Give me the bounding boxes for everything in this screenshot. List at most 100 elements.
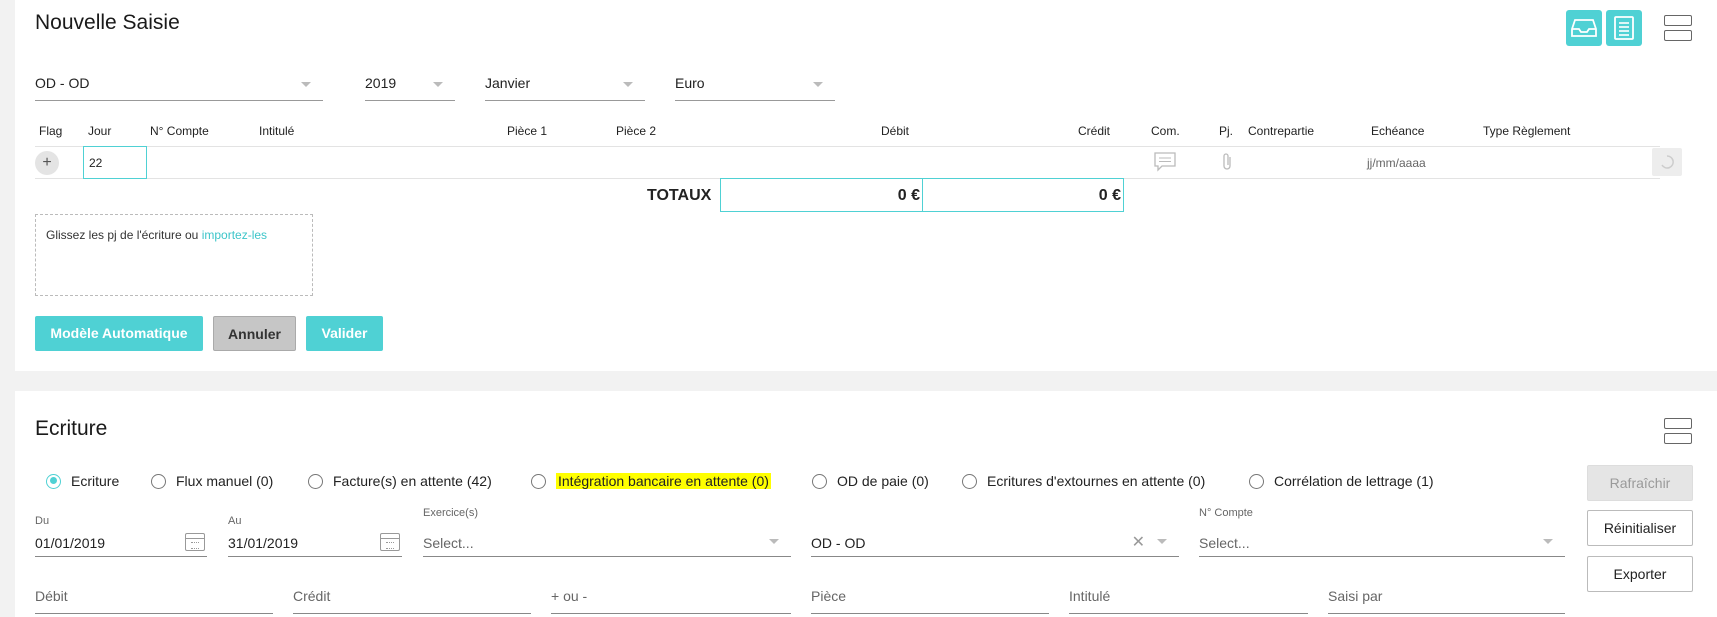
date-from-value: 01/01/2019 [35,535,106,551]
calendar-icon[interactable] [380,533,400,551]
import-link[interactable]: importez-les [202,228,267,242]
chevron-down-icon [769,539,779,544]
chevron-down-icon [301,82,311,87]
filter-label: Ecritures d'extournes en attente (0) [987,473,1206,489]
list-icon [1614,16,1634,40]
col-credit: Crédit [1078,124,1111,138]
filter-label: Intégration bancaire en attente (0) [556,473,771,489]
radio-checked-icon [46,473,61,489]
date-to-input[interactable]: 31/01/2019 [228,529,402,557]
ecriture-card: Ecriture [15,391,1717,617]
col-piece2: Pièce 2 [616,124,657,138]
col-pj: Pj. [1219,124,1234,138]
paperclip-icon[interactable] [1221,152,1233,172]
journal-select[interactable]: OD - OD [35,65,323,101]
col-piece1: Pièce 1 [507,124,548,138]
date-from-input[interactable]: 01/01/2019 [35,529,207,557]
chevron-down-icon [623,82,633,87]
cancel-button[interactable]: Annuler [213,316,296,351]
month-select-value: Janvier [485,75,531,91]
refresh-button[interactable]: Rafraîchir [1587,465,1693,501]
filter-label: Facture(s) en attente (42) [333,473,492,489]
reset-button[interactable]: Réinitialiser [1587,510,1693,546]
list-view-button[interactable] [1606,10,1642,46]
radio-icon [308,473,323,489]
chevron-down-icon [813,82,823,87]
clear-icon[interactable]: ✕ [1132,532,1145,552]
row-action-button[interactable] [1652,148,1682,176]
chevron-down-icon [433,82,443,87]
divider [35,146,1660,147]
compte-placeholder: Select... [1199,535,1250,551]
add-row-button[interactable]: + [35,151,59,175]
col-debit: Débit [881,124,910,138]
date-to-value: 31/01/2019 [228,535,299,551]
exercice-label: Exercice(s) [423,507,479,519]
col-echeance: Echéance [1371,124,1425,138]
filter-od-paie[interactable]: OD de paie (0) [812,473,929,489]
exercice-select[interactable]: Select... [423,529,791,557]
filter-flux-manuel[interactable]: Flux manuel (0) [151,473,273,489]
radio-icon [1249,473,1264,489]
col-contrepartie: Contrepartie [1248,124,1315,138]
export-button[interactable]: Exporter [1587,556,1693,592]
page-title: Nouvelle Saisie [35,11,180,34]
layout-split-icon[interactable] [1664,418,1692,444]
calendar-icon[interactable] [185,533,205,551]
auto-model-button[interactable]: Modèle Automatique [35,316,203,351]
filter-label: OD de paie (0) [837,473,929,489]
col-compte: N° Compte [150,124,209,138]
jour-input[interactable]: 22 [83,146,147,179]
layout-split-icon[interactable] [1664,15,1692,41]
spinner-icon [1661,155,1674,169]
filter-label: Ecriture [71,473,120,489]
radio-icon [531,473,546,489]
chevron-down-icon [1543,539,1553,544]
total-debit: 0 € [720,178,923,212]
compte-select[interactable]: Select... [1199,529,1565,557]
credit-filter-input[interactable]: Crédit [293,588,531,614]
sign-filter-input[interactable]: + ou - [551,588,791,614]
radio-icon [151,473,166,489]
exercice-placeholder: Select... [423,535,474,551]
col-intitule: Intitulé [259,124,295,138]
year-select-value: 2019 [365,75,397,91]
debit-filter-input[interactable]: Débit [35,588,273,614]
filter-label: Flux manuel (0) [176,473,274,489]
validate-button[interactable]: Valider [306,316,383,351]
filter-extournes[interactable]: Ecritures d'extournes en attente (0) [962,473,1205,489]
piece-filter-input[interactable]: Pièce [811,588,1049,614]
journal-select-value: OD - OD [35,75,90,91]
dropzone-text: Glissez les pj de l'écriture ou [46,228,202,242]
attachment-dropzone[interactable]: Glissez les pj de l'écriture ou importez… [35,214,313,296]
year-select[interactable]: 2019 [365,65,455,101]
filter-factures[interactable]: Facture(s) en attente (42) [308,473,492,489]
journal-filter-select[interactable]: OD - OD ✕ [811,529,1179,557]
compte-label: N° Compte [1199,507,1253,519]
currency-select[interactable]: Euro [675,65,835,101]
filter-correlation[interactable]: Corrélation de lettrage (1) [1249,473,1434,489]
col-com: Com. [1151,124,1180,138]
total-credit: 0 € [922,178,1124,212]
au-label: Au [228,515,242,527]
filter-integration-bancaire[interactable]: Intégration bancaire en attente (0) [531,473,771,489]
radio-icon [962,473,977,489]
currency-select-value: Euro [675,75,705,91]
journal-filter-value: OD - OD [811,535,866,551]
intitule-filter-input[interactable]: Intitulé [1069,588,1308,614]
comment-icon[interactable] [1154,152,1176,172]
col-type-reglement: Type Règlement [1483,124,1571,138]
inbox-button[interactable] [1566,10,1602,46]
inbox-icon [1571,19,1597,37]
col-jour: Jour [88,124,112,138]
filter-label: Corrélation de lettrage (1) [1274,473,1434,489]
saisi-par-filter-input[interactable]: Saisi par [1328,588,1565,614]
totals-label: TOTAUX [647,187,712,204]
filter-ecriture[interactable]: Ecriture [46,473,119,489]
month-select[interactable]: Janvier [485,65,645,101]
du-label: Du [35,515,50,527]
new-entry-card: Nouvelle Saisie OD - OD 2019 Janvier Eur… [15,0,1717,371]
col-flag: Flag [39,124,63,138]
echeance-date-input[interactable]: jj/mm/aaaa [1367,156,1426,170]
chevron-down-icon [1157,539,1167,544]
